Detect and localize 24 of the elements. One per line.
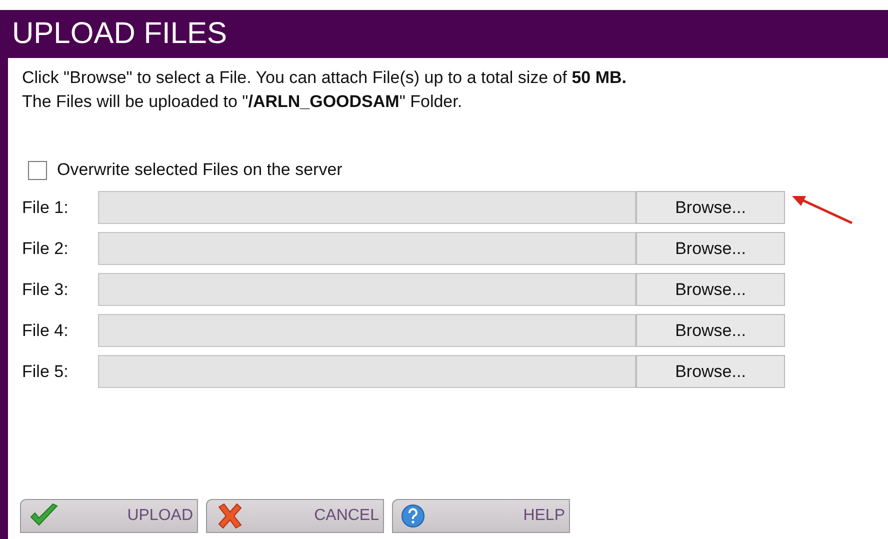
action-button[interactable]: HELP	[392, 499, 570, 533]
file-label: File 5:	[22, 362, 70, 382]
file-path-field[interactable]	[98, 355, 636, 388]
action-button[interactable]: UPLOAD	[20, 499, 198, 533]
action-button[interactable]: CANCEL	[206, 499, 384, 533]
file-label: File 4:	[22, 320, 70, 340]
file-label: File 3:	[22, 280, 70, 300]
file-label: File 2:	[22, 238, 70, 258]
checkbox-label: Overwrite selected Files on the server	[57, 160, 342, 180]
overwrite-checkbox[interactable]	[28, 160, 47, 180]
browse-button[interactable]: Browse...	[636, 355, 785, 388]
dialog-title: UPLOAD FILES	[12, 17, 228, 51]
file-path-field[interactable]	[98, 314, 636, 347]
help-icon	[401, 504, 425, 528]
browse-button[interactable]: Browse...	[636, 314, 785, 347]
browse-button[interactable]: Browse...	[636, 191, 785, 224]
instruction-text: Click "Browse" to select a File. You can attach File(s) up to a total size of 50 MB.	[22, 67, 628, 89]
file-path-field[interactable]	[98, 232, 636, 265]
file-label: File 1:	[22, 198, 70, 218]
browse-button[interactable]: Browse...	[636, 232, 785, 265]
browse-button[interactable]: Browse...	[636, 273, 785, 306]
file-path-field[interactable]	[98, 273, 636, 306]
file-path-field[interactable]	[98, 191, 636, 224]
instruction-text: The Files will be uploaded to "/ARLN_GOODSAM" Folder.	[22, 91, 464, 113]
